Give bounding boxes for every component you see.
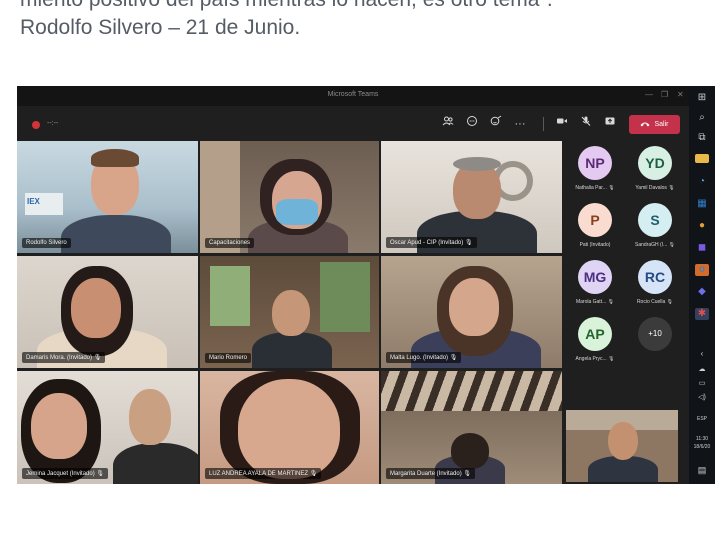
language-indicator[interactable]: ESP (689, 416, 715, 422)
more-options-icon[interactable]: ··· (511, 115, 529, 133)
window-title: Microsoft Teams (327, 91, 379, 98)
participant-label: Margarita Duarte (Invitado) 🎙 (386, 468, 475, 479)
chevron-up-icon[interactable]: ‹ (695, 348, 709, 360)
participant-avatar[interactable]: AP Angela Pryc... 🎙 (565, 317, 625, 362)
avatar-name: SandraGH (I... 🎙 (635, 242, 675, 248)
participant-label: Jemina Jacquet (Invitado) 🎙 (22, 468, 108, 479)
participant-label: Mario Romero (205, 353, 252, 363)
volume-icon[interactable]: ◁) (695, 392, 709, 404)
network-icon[interactable]: ▭ (695, 378, 709, 390)
search-icon[interactable]: ⌕ (695, 112, 709, 124)
video-tile[interactable]: Damaris Mora. (Invitado) 🎙 (17, 256, 198, 368)
caption-line-1: miento positivo del país mientras lo hac… (20, 0, 710, 14)
avatar: NP (578, 146, 612, 180)
leave-button[interactable]: Salir (629, 115, 680, 134)
avatar-name: Rocio Cuella 🎙 (636, 299, 674, 305)
participant-label: Rodolfo Silvero (22, 238, 71, 248)
participant-avatar[interactable]: S SandraGH (I... 🎙 (625, 203, 685, 248)
avatar: AP (578, 317, 612, 351)
close-button[interactable]: ✕ (677, 90, 684, 99)
video-tile-active-speaker[interactable]: Mario Romero (200, 256, 379, 368)
toolbar-divider (543, 117, 544, 131)
video-tile[interactable]: Capacitaciones (200, 141, 379, 253)
self-view-video[interactable] (566, 410, 678, 482)
more-participants-button[interactable]: +10 (625, 317, 685, 351)
participant-avatar[interactable]: P Pati (Invitado) (565, 203, 625, 248)
video-tile[interactable]: Oscar Apud - CIP (Invitado) 🎙 (381, 141, 562, 253)
caption-line-2: Rodolfo Silvero – 21 de Junio. (20, 16, 301, 39)
participants-icon[interactable] (439, 115, 457, 133)
teams-window: Microsoft Teams — ❐ ✕ --:-- ··· Salir IE… (17, 86, 715, 484)
avatar-name: Yamil Davalos 🎙 (635, 185, 675, 191)
participants-panel: NP Nathalia Par... 🎙 YD Yamil Davalos 🎙 … (565, 141, 689, 484)
participant-label: Malta Lugo. (Invitado) 🎙 (386, 352, 462, 363)
teams-icon[interactable]: ◆ (695, 286, 709, 298)
app-icon[interactable]: ◔ (695, 176, 709, 188)
outlook-icon[interactable]: o (695, 264, 709, 276)
chat-icon[interactable] (463, 115, 481, 133)
avatar: P (578, 203, 612, 237)
participant-avatar[interactable]: YD Yamil Davalos 🎙 (625, 146, 685, 191)
mic-off-icon[interactable] (577, 115, 595, 133)
minimize-button[interactable]: — (645, 90, 653, 99)
record-indicator-icon (32, 121, 40, 129)
title-bar: Microsoft Teams — ❐ ✕ (17, 86, 689, 106)
clock-date[interactable]: 18/6/20 (689, 444, 715, 450)
windows-taskbar: ⊞ ⌕ ⧉ ◔ ▦ ● ◼ o ◆ ✱ ‹ ☁ ▭ ◁) ESP 11:30 1… (689, 86, 715, 484)
avatar-name: Pati (Invitado) (579, 242, 611, 248)
meeting-toolbar: --:-- ··· Salir (17, 106, 689, 140)
avatar: YD (638, 146, 672, 180)
participant-avatar[interactable]: NP Nathalia Par... 🎙 (565, 146, 625, 191)
app-icon[interactable]: ✱ (695, 308, 709, 320)
cloud-icon[interactable]: ☁ (695, 364, 709, 376)
more-participants-count: +10 (638, 317, 672, 351)
video-tile[interactable]: Malta Lugo. (Invitado) 🎙 (381, 256, 562, 368)
participant-avatar[interactable]: RC Rocio Cuella 🎙 (625, 260, 685, 305)
leave-label: Salir (654, 121, 669, 128)
meeting-timer: --:-- (47, 120, 59, 127)
chrome-icon[interactable]: ● (695, 220, 709, 232)
file-explorer-icon[interactable] (695, 154, 709, 163)
calculator-icon[interactable]: ▦ (695, 198, 709, 210)
participant-label: LUZ ANDREA AYALA DE MARTINEZ 🎙 (205, 468, 322, 479)
video-tile[interactable]: Margarita Duarte (Invitado) 🎙 (381, 371, 562, 484)
task-view-icon[interactable]: ⧉ (695, 132, 709, 144)
participant-label: Damaris Mora. (Invitado) 🎙 (22, 352, 106, 363)
avatar-name: Nathalia Par... 🎙 (575, 185, 615, 191)
windows-start-icon[interactable]: ⊞ (695, 92, 709, 104)
video-tile[interactable]: IEX Rodolfo Silvero (17, 141, 198, 253)
share-screen-icon[interactable] (601, 115, 619, 133)
avatar-name: Marola Gatt... 🎙 (575, 299, 615, 305)
participant-avatar[interactable]: MG Marola Gatt... 🎙 (565, 260, 625, 305)
phone-icon (640, 121, 650, 129)
video-tile[interactable]: Jemina Jacquet (Invitado) 🎙 (17, 371, 198, 484)
participant-label: Oscar Apud - CIP (Invitado) 🎙 (386, 237, 477, 248)
notifications-icon[interactable]: ▤ (695, 464, 709, 476)
video-grid: IEX Rodolfo Silvero Capacitaciones Oscar… (17, 141, 562, 484)
article-caption: miento positivo del país mientras lo hac… (20, 0, 710, 42)
avatar: RC (638, 260, 672, 294)
onenote-icon[interactable]: ◼ (695, 242, 709, 254)
maximize-button[interactable]: ❐ (661, 90, 668, 99)
avatar: S (638, 203, 672, 237)
avatar-name: Angela Pryc... 🎙 (575, 356, 615, 362)
avatar: MG (578, 260, 612, 294)
reactions-icon[interactable] (487, 115, 505, 133)
video-tile[interactable]: LUZ ANDREA AYALA DE MARTINEZ 🎙 (200, 371, 379, 484)
clock-time[interactable]: 11:30 (689, 436, 715, 442)
camera-icon[interactable] (553, 115, 571, 133)
participant-label: Capacitaciones (205, 238, 255, 248)
